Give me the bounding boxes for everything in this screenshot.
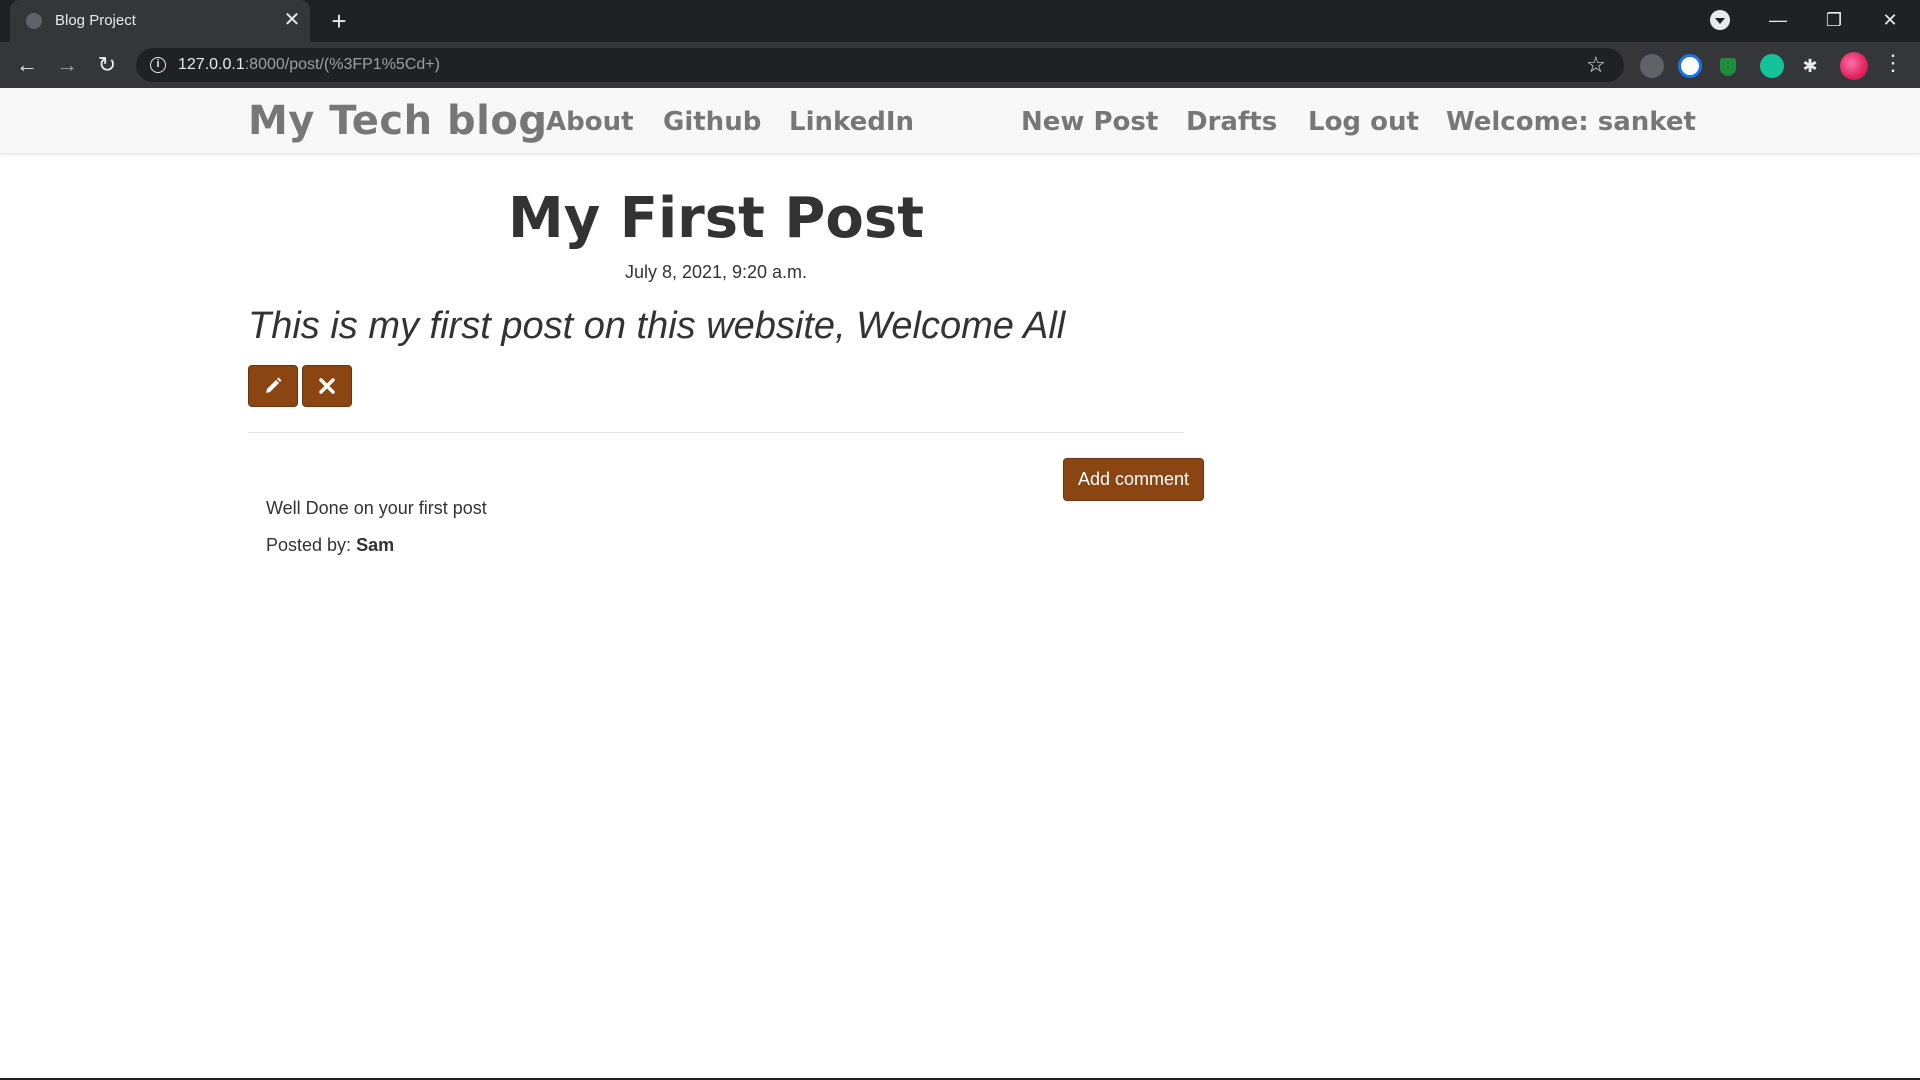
extension-icon[interactable] xyxy=(1640,54,1664,78)
add-comment-button[interactable]: Add comment xyxy=(1063,458,1204,501)
divider xyxy=(248,432,1184,433)
restore-button[interactable]: ❐ xyxy=(1806,0,1862,42)
nav-link-drafts[interactable]: Drafts xyxy=(1186,107,1277,137)
comment-author: Posted by: Sam xyxy=(266,535,394,556)
comment-author-name: Sam xyxy=(356,535,395,555)
browser-tab[interactable]: Blog Project ✕ xyxy=(10,0,310,42)
delete-post-button[interactable] xyxy=(302,365,352,407)
nav-welcome-user[interactable]: Welcome: sanket xyxy=(1446,107,1696,137)
shield-extension-icon[interactable] xyxy=(1720,58,1736,76)
post-title: My First Post xyxy=(507,186,924,251)
browser-toolbar: ← → ↻ i 127.0.0.1:8000/post/(%3FP1%5Cd+)… xyxy=(0,42,1920,88)
post-date: July 8, 2021, 9:20 a.m. xyxy=(624,262,808,282)
site-navbar: My Tech blog About Github LinkedIn New P… xyxy=(0,88,1920,154)
profile-avatar[interactable] xyxy=(1840,52,1868,80)
puzzle-extensions-icon[interactable]: ✱ xyxy=(1800,56,1820,76)
window-close-button[interactable]: ✕ xyxy=(1862,0,1918,42)
edit-post-button[interactable] xyxy=(248,365,298,407)
tab-close-icon[interactable]: ✕ xyxy=(280,8,304,32)
globe-icon xyxy=(26,13,42,29)
grammarly-icon[interactable] xyxy=(1760,54,1784,78)
post-body: This is my first post on this website, W… xyxy=(248,305,1066,347)
nav-link-logout[interactable]: Log out xyxy=(1308,107,1419,137)
forward-arrow-icon[interactable]: → xyxy=(52,50,82,80)
site-brand[interactable]: My Tech blog xyxy=(248,98,547,144)
info-icon[interactable]: i xyxy=(150,57,166,73)
new-tab-button[interactable]: + xyxy=(325,7,353,35)
extension-icon[interactable] xyxy=(1678,54,1702,78)
minimize-button[interactable]: — xyxy=(1750,0,1806,42)
browser-tabstrip: Blog Project ✕ + — ❐ ✕ xyxy=(0,0,1920,42)
back-arrow-icon[interactable]: ← xyxy=(12,50,42,80)
nav-link-new-post[interactable]: New Post xyxy=(1021,107,1158,137)
remove-icon xyxy=(319,378,335,394)
nav-link-linkedin[interactable]: LinkedIn xyxy=(789,107,914,137)
tab-title: Blog Project xyxy=(55,12,136,29)
comment-text: Well Done on your first post xyxy=(266,498,487,518)
url-text[interactable]: 127.0.0.1:8000/post/(%3FP1%5Cd+) xyxy=(178,56,440,74)
reload-icon[interactable]: ↻ xyxy=(92,50,122,80)
address-bar[interactable]: i 127.0.0.1:8000/post/(%3FP1%5Cd+) ☆ xyxy=(136,48,1624,82)
tab-search-icon[interactable] xyxy=(1710,10,1730,30)
kebab-menu-icon[interactable]: ⋮ xyxy=(1882,50,1904,76)
bookmark-star-icon[interactable]: ☆ xyxy=(1586,52,1606,78)
posted-by-label: Posted by: xyxy=(266,535,357,555)
nav-link-about[interactable]: About xyxy=(546,107,634,137)
pencil-icon xyxy=(266,377,282,393)
nav-link-github[interactable]: Github xyxy=(663,107,761,137)
